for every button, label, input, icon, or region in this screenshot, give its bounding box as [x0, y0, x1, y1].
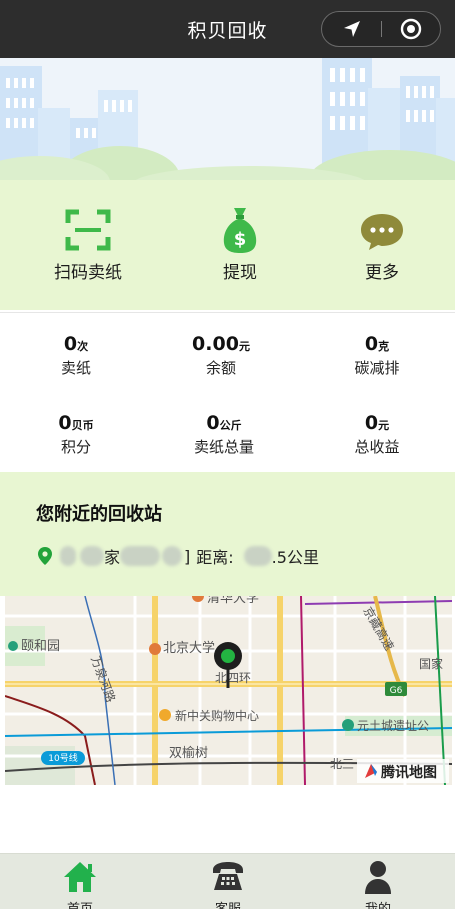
- stat-carbon-reduction: 0克 碳减排: [301, 333, 453, 378]
- stat-label: 卖纸: [60, 359, 91, 377]
- stat-value: 0: [364, 412, 379, 434]
- distance-label: 距离:: [196, 548, 234, 567]
- distance-value: .5公里: [271, 548, 319, 567]
- svg-text:$: $: [234, 229, 247, 250]
- map-label: 双榆树: [169, 746, 208, 761]
- user-icon: [365, 861, 391, 894]
- stat-points: 0贝币 积分: [0, 412, 152, 457]
- stat-unit: 贝币: [71, 419, 94, 432]
- stat-total-weight: 0公斤 卖纸总量: [148, 412, 300, 457]
- tab-profile[interactable]: 我的: [302, 854, 454, 909]
- redacted-text: [80, 546, 104, 566]
- bottom-tab-bar: 首页 客服 我的: [0, 853, 455, 909]
- home-icon: [64, 862, 96, 892]
- stat-label: 总收益: [354, 438, 400, 456]
- stat-value: 0.00: [192, 333, 239, 355]
- more-label: 更多: [365, 263, 399, 283]
- tab-label: 我的: [302, 898, 454, 909]
- city-banner: [0, 58, 455, 180]
- tencent-map-logo: 腾讯地图: [357, 759, 449, 783]
- station-name-part: 家: [104, 548, 121, 567]
- scan-sell-paper-button[interactable]: 扫码卖纸: [13, 180, 163, 310]
- map-label: 清华大学: [207, 596, 259, 606]
- metro-line-badge: 10号线: [48, 752, 77, 764]
- navigation-arrow-icon: [343, 21, 360, 37]
- stat-value: 0: [63, 333, 78, 355]
- map-label: 颐和园: [21, 639, 60, 654]
- redacted-text: [60, 546, 76, 566]
- map-label: 北四环: [215, 671, 251, 685]
- nearby-title: 您附近的回收站: [36, 504, 162, 525]
- withdraw-label: 提现: [223, 263, 257, 283]
- stat-label: 碳减排: [354, 359, 400, 377]
- withdraw-button[interactable]: $ 提现: [165, 180, 315, 310]
- scan-sell-paper-label: 扫码卖纸: [54, 263, 122, 283]
- tab-home[interactable]: 首页: [4, 854, 156, 909]
- map-label: 新中关购物中心: [175, 708, 259, 723]
- stat-label: 余额: [205, 359, 236, 377]
- tab-customer-service[interactable]: 客服: [152, 854, 304, 909]
- stat-unit: 公斤: [219, 419, 242, 432]
- map-label: 北京大学: [163, 640, 215, 656]
- map-canvas: 颐和园 清华大学 北京大学 万泉河路 北四环 京藏高速 新中关购物中心 双榆树 …: [5, 596, 452, 785]
- stats-panel: 0次 卖纸 0.00元 余额 0克 碳减排 0贝币 积分 0公斤 卖纸总量 0元…: [0, 312, 455, 472]
- map-brand-label: 腾讯地图: [381, 764, 437, 781]
- redacted-text: [120, 546, 161, 566]
- stat-balance: 0.00元 余额: [145, 333, 297, 378]
- tab-label: 客服: [152, 898, 304, 909]
- nearby-station-panel: 您附近的回收站 家 ] 距离: .5公里: [0, 472, 455, 596]
- stat-value: 0: [364, 333, 379, 355]
- map-label: 元土城遗址公: [357, 719, 429, 733]
- nearby-station-row[interactable]: 家 ] 距离: .5公里: [38, 544, 319, 568]
- stat-unit: 克: [378, 340, 390, 353]
- stat-value: 0: [58, 412, 72, 434]
- stat-value: 0: [206, 412, 220, 434]
- target-circle-icon: [400, 18, 421, 40]
- map-label: 北三: [330, 757, 354, 771]
- city-skyline-illustration: [0, 58, 455, 180]
- stat-label: 积分: [60, 438, 91, 456]
- stat-unit: 次: [77, 340, 89, 353]
- location-button[interactable]: [322, 12, 381, 46]
- stat-total-income: 0元 总收益: [301, 412, 453, 457]
- scan-icon: [65, 209, 111, 251]
- capsule-menu: [321, 11, 441, 47]
- more-chat-icon: [361, 214, 403, 250]
- tab-label: 首页: [4, 898, 156, 909]
- close-miniprogram-button[interactable]: [381, 12, 440, 46]
- telephone-icon: [213, 862, 243, 890]
- money-bag-icon: $: [223, 208, 257, 253]
- redacted-text: [243, 546, 272, 566]
- stat-sell-count: 0次 卖纸: [0, 333, 152, 378]
- location-pin-icon: [38, 547, 52, 565]
- more-button[interactable]: 更多: [307, 180, 455, 310]
- map-view[interactable]: 颐和园 清华大学 北京大学 万泉河路 北四环 京藏高速 新中关购物中心 双榆树 …: [5, 596, 452, 785]
- station-name-part: ]: [184, 546, 191, 566]
- redacted-text: [162, 546, 183, 566]
- header: 积贝回收: [0, 0, 455, 58]
- quick-actions: 扫码卖纸 $ 提现 更多: [0, 180, 455, 310]
- stat-unit: 元: [238, 340, 250, 353]
- map-label: 国家: [419, 656, 443, 671]
- highway-badge: G6: [390, 686, 403, 696]
- stat-unit: 元: [378, 419, 390, 432]
- stat-label: 卖纸总量: [193, 438, 254, 456]
